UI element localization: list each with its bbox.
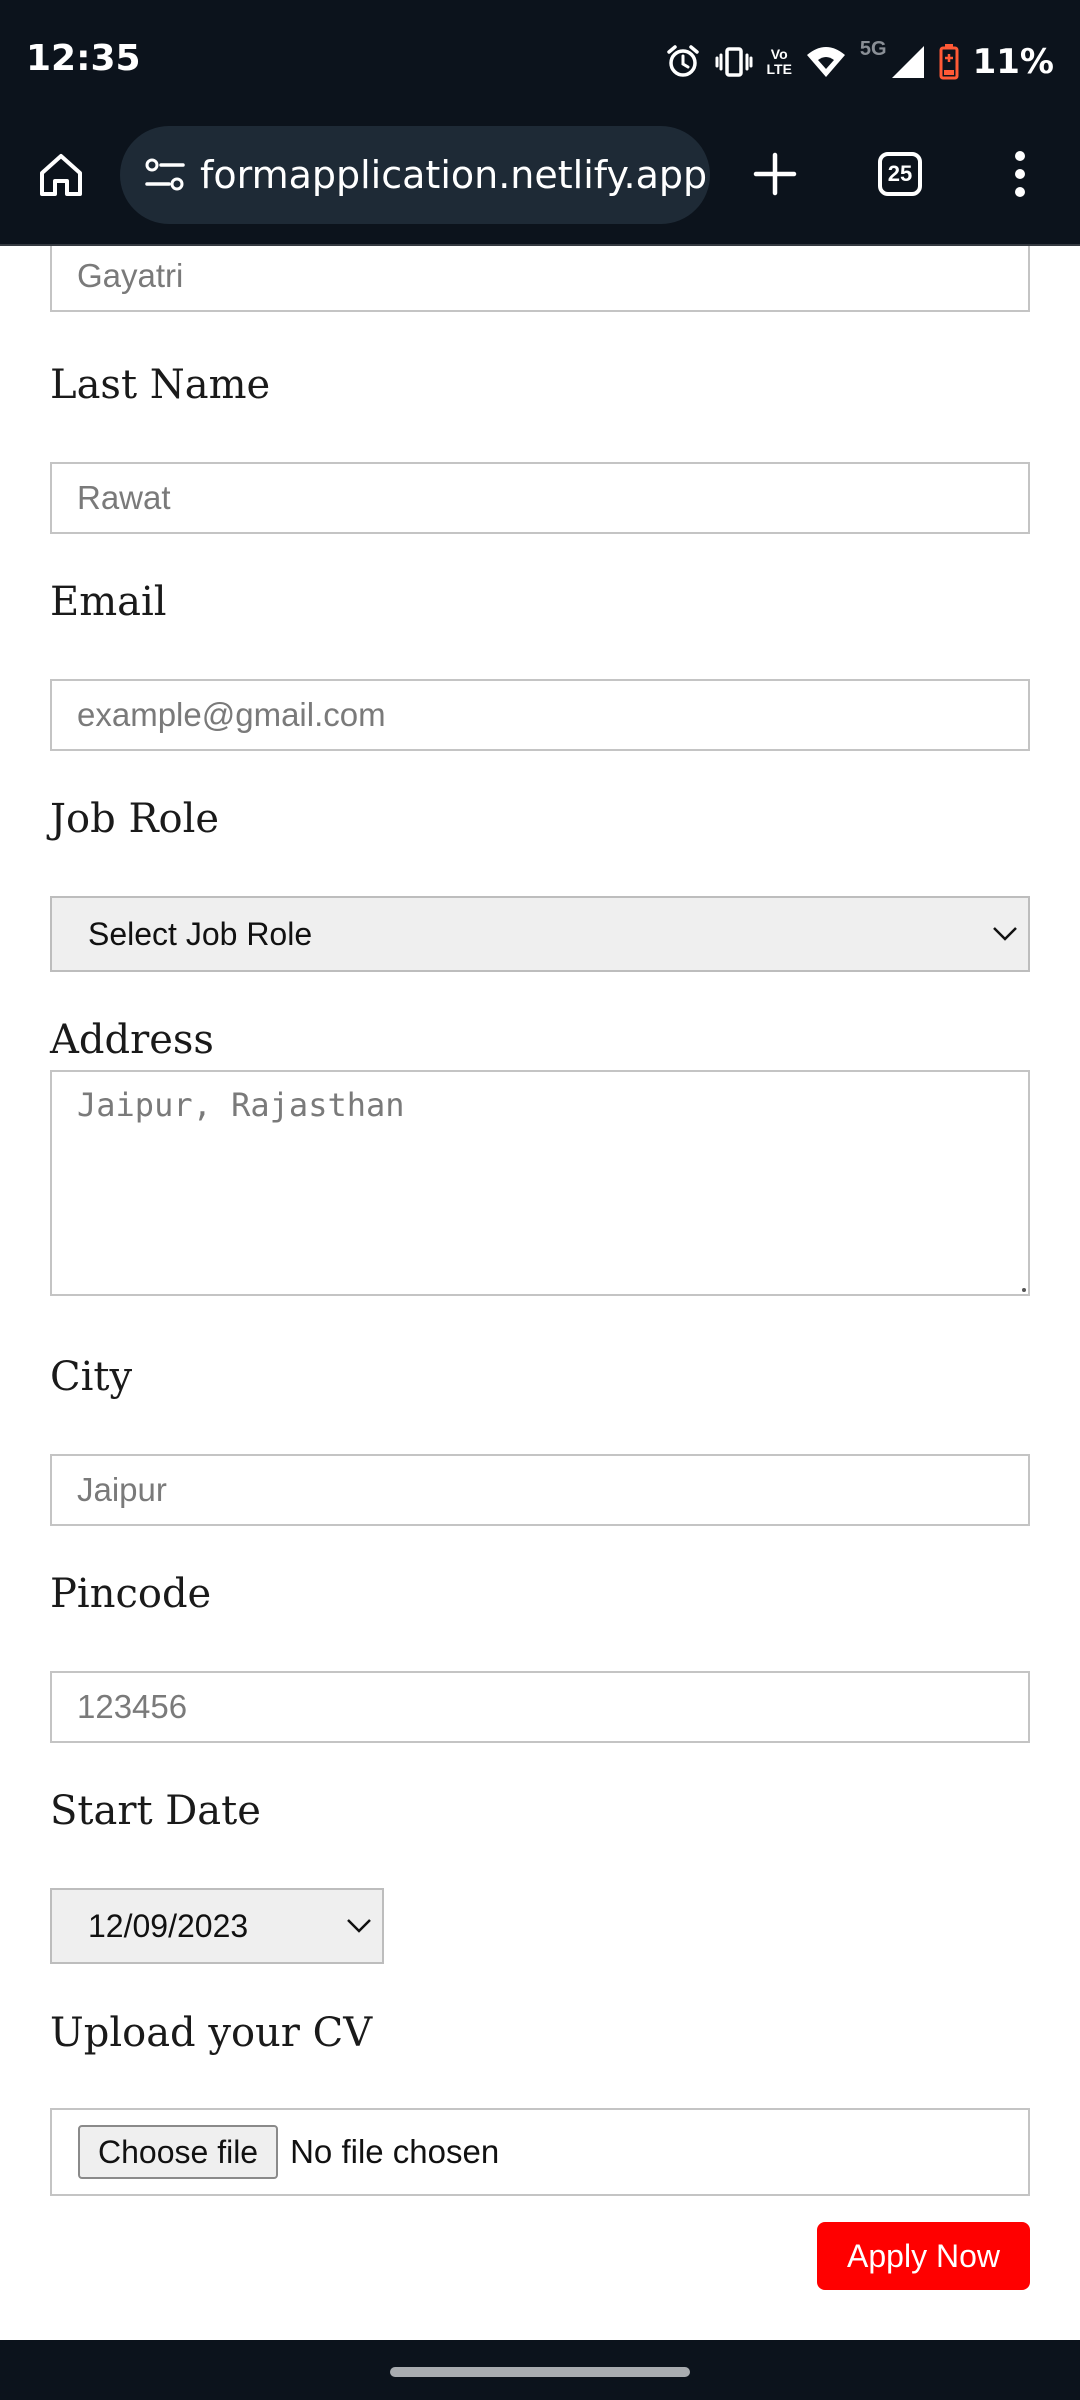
- site-settings-icon: [145, 158, 185, 191]
- alarm-icon: [666, 45, 699, 77]
- start-date-value: 12/09/2023: [88, 1907, 249, 1944]
- site-settings-button[interactable]: [142, 152, 188, 198]
- cv-label: Upload your CV: [50, 2010, 373, 2056]
- job-role-selected: Select Job Role: [88, 915, 313, 952]
- battery-percent: 11%: [972, 42, 1054, 82]
- address-label: Address: [50, 1017, 214, 1063]
- status-bar: 12:35 Vo LTE 5G 11%: [0, 0, 1080, 124]
- tabs-icon: 25: [878, 152, 922, 196]
- choose-file-button[interactable]: Choose file: [78, 2125, 279, 2179]
- more-menu-button[interactable]: [990, 144, 1050, 204]
- start-date-picker[interactable]: 12/09/2023: [50, 1888, 384, 1964]
- browser-toolbar: formapplication.netlify.app 25: [0, 124, 1080, 246]
- status-icons: Vo LTE 5G 11%: [665, 38, 1054, 84]
- home-icon: [40, 154, 82, 196]
- pincode-label: Pincode: [50, 1571, 212, 1617]
- email-input[interactable]: [50, 679, 1030, 751]
- signal-icon: [891, 46, 924, 78]
- chevron-down-icon: [347, 1919, 371, 1933]
- url-text: formapplication.netlify.app: [200, 153, 708, 197]
- job-role-label: Job Role: [50, 796, 220, 842]
- chevron-down-icon: [993, 927, 1017, 941]
- network-type: 5G: [859, 38, 887, 60]
- battery-icon: [939, 44, 959, 80]
- start-date-label: Start Date: [50, 1788, 261, 1834]
- wifi-icon: [806, 47, 845, 77]
- file-status: No file chosen: [290, 2133, 500, 2170]
- email-label: Email: [50, 579, 167, 625]
- address-bar[interactable]: formapplication.netlify.app: [120, 126, 710, 224]
- vibrate-icon: [715, 47, 753, 77]
- last-name-input[interactable]: [50, 462, 1030, 534]
- new-tab-button[interactable]: [745, 144, 805, 204]
- apply-now-button[interactable]: Apply Now: [817, 2222, 1030, 2290]
- home-button[interactable]: [30, 144, 92, 206]
- more-vert-icon: [1015, 151, 1025, 197]
- tab-switcher-button[interactable]: 25: [870, 144, 930, 204]
- application-form: Last Name Email Job Role Select Job Role…: [0, 246, 1080, 2340]
- first-name-input[interactable]: [50, 246, 1030, 312]
- city-input[interactable]: [50, 1454, 1030, 1526]
- cv-file-input[interactable]: Choose file No file chosen: [50, 2108, 1030, 2196]
- address-textarea[interactable]: [50, 1070, 1030, 1296]
- last-name-label: Last Name: [50, 362, 271, 408]
- tab-count: 25: [887, 161, 913, 186]
- pincode-input[interactable]: [50, 1671, 1030, 1743]
- plus-icon: [753, 152, 797, 196]
- city-label: City: [50, 1354, 133, 1400]
- resize-grip-icon[interactable]: [1021, 1287, 1027, 1293]
- home-gesture-handle[interactable]: [390, 2367, 690, 2377]
- navigation-bar: [0, 2340, 1080, 2400]
- volte-icon: Vo LTE: [766, 46, 792, 77]
- job-role-select[interactable]: Select Job Role: [50, 896, 1030, 972]
- status-time: 12:35: [26, 38, 141, 79]
